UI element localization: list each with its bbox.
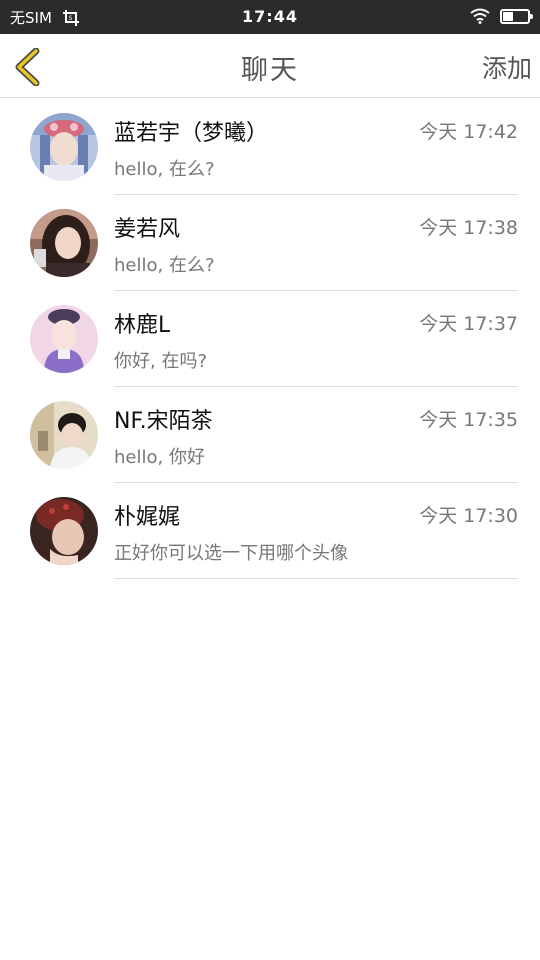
chat-time: 今天 17:37	[419, 313, 518, 335]
chat-name: 蓝若宇（梦曦）	[114, 121, 269, 146]
chat-time: 今天 17:35	[419, 409, 518, 431]
chat-preview: hello, 你好	[114, 447, 205, 468]
status-bar: 无SIM S 17:44	[0, 0, 540, 34]
avatar[interactable]	[30, 113, 98, 181]
avatar[interactable]	[30, 305, 98, 373]
chat-name: 姜若风	[114, 217, 181, 242]
battery-level	[503, 11, 513, 21]
chat-list-item[interactable]: 姜若风 今天 17:38 hello, 在么?	[0, 195, 540, 291]
clock: 17:44	[242, 7, 298, 26]
chat-preview: 你好, 在吗?	[114, 351, 207, 372]
chat-time: 今天 17:42	[419, 121, 518, 143]
nav-bar: 聊天 添加	[0, 34, 540, 98]
chat-preview: hello, 在么?	[114, 159, 215, 180]
chat-list-item[interactable]: 林鹿L 今天 17:37 你好, 在吗?	[0, 291, 540, 387]
chat-list-item[interactable]: NF.宋陌茶 今天 17:35 hello, 你好	[0, 387, 540, 483]
chat-list-item[interactable]: 蓝若宇（梦曦） 今天 17:42 hello, 在么?	[0, 99, 540, 195]
add-button[interactable]: 添加	[482, 49, 532, 85]
page-title: 聊天	[241, 55, 299, 86]
avatar[interactable]	[30, 401, 98, 469]
chat-list-item[interactable]: 朴娓娓 今天 17:30 正好你可以选一下用哪个头像	[0, 483, 540, 579]
chat-name: NF.宋陌茶	[114, 409, 213, 434]
battery-icon	[500, 8, 533, 24]
avatar[interactable]	[30, 209, 98, 277]
chat-list: 蓝若宇（梦曦） 今天 17:42 hello, 在么? 姜若风 今天 17:38…	[0, 99, 540, 579]
status-right	[470, 8, 533, 24]
chat-name: 朴娓娓	[114, 505, 181, 530]
divider	[114, 578, 518, 579]
chat-time: 今天 17:30	[419, 505, 518, 527]
chat-name: 林鹿L	[114, 313, 171, 338]
chat-preview: 正好你可以选一下用哪个头像	[114, 543, 348, 564]
chat-preview: hello, 在么?	[114, 255, 215, 276]
wifi-icon	[470, 8, 490, 24]
chat-time: 今天 17:38	[419, 217, 518, 239]
avatar[interactable]	[30, 497, 98, 565]
